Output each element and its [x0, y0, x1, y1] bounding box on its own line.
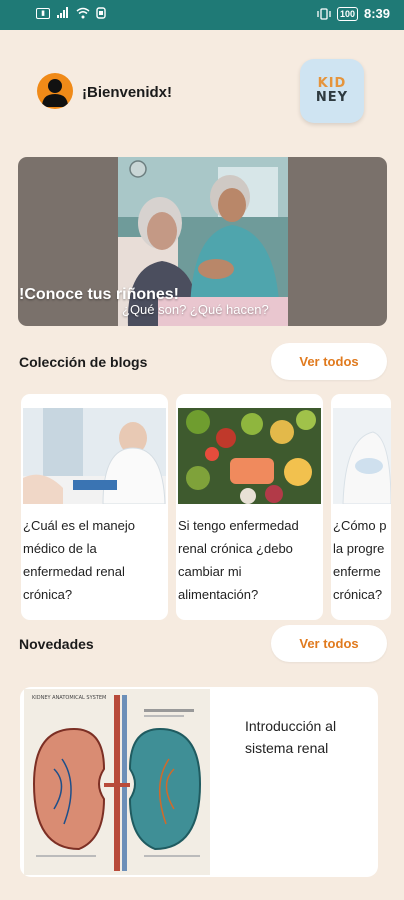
- news-image-kidney: KIDNEY ANATOMICAL SYSTEM: [24, 689, 210, 875]
- app-logo[interactable]: KID NEY: [300, 59, 364, 123]
- wifi-icon: [76, 7, 90, 19]
- blog-card-text: ¿Cómo p la progre enferme crónica?: [333, 518, 387, 602]
- hero-subtitle: ¿Qué son? ¿Qué hacen?: [122, 302, 269, 317]
- news-image-caption: KIDNEY ANATOMICAL SYSTEM: [32, 695, 106, 701]
- blog-card-text: ¿Cuál es el manejo médico de la enfermed…: [23, 518, 135, 602]
- news-section-title: Novedades: [19, 636, 94, 652]
- user-icon: [42, 79, 68, 107]
- news-card[interactable]: KIDNEY ANATOMICAL SYSTEM Introducción al…: [20, 687, 378, 877]
- notification-icon: [96, 7, 106, 19]
- greeting-text: ¡Bienvenidx!: [82, 84, 173, 101]
- logo-text-top: KID: [317, 76, 347, 91]
- blog-card[interactable]: ¿Cómo p la progre enferme crónica?: [331, 394, 391, 620]
- blog-image-doctor: [23, 408, 166, 504]
- clock: 8:39: [363, 6, 390, 21]
- blog-image-food: [178, 408, 321, 504]
- blogs-section-title: Colección de blogs: [19, 354, 148, 370]
- vibrate-icon: [317, 7, 331, 20]
- hero-banner[interactable]: !Conoce tus riñones! ¿Qué son? ¿Qué hace…: [18, 157, 387, 326]
- blog-card[interactable]: Si tengo enfermedad renal crónica ¿debo …: [176, 394, 323, 620]
- battery-icon: 100: [336, 6, 358, 21]
- status-bar: ▮ 100 8:39: [0, 0, 404, 30]
- blog-image-clinic: [333, 408, 391, 504]
- status-right: 100 8:39: [317, 6, 390, 21]
- blogs-see-all-button[interactable]: Ver todos: [271, 343, 387, 380]
- blog-card[interactable]: ¿Cuál es el manejo médico de la enfermed…: [21, 394, 168, 620]
- signal-icon: [57, 7, 68, 18]
- sim-icon: ▮: [36, 7, 50, 19]
- status-left: ▮: [36, 7, 106, 19]
- avatar[interactable]: [37, 73, 73, 109]
- news-title: Introducción al sistema renal: [245, 718, 337, 756]
- blog-card-text: Si tengo enfermedad renal crónica ¿debo …: [178, 518, 299, 602]
- news-see-all-button[interactable]: Ver todos: [271, 625, 387, 662]
- logo-text-bottom: NEY: [315, 90, 349, 105]
